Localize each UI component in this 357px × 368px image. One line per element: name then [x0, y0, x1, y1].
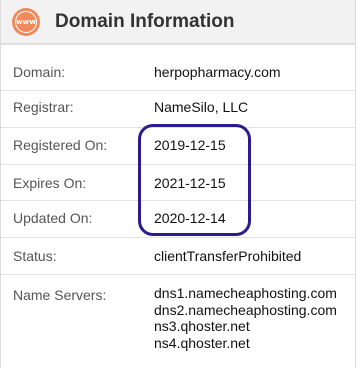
www-globe-icon: www	[12, 7, 40, 36]
panel-title: Domain Information	[55, 10, 235, 32]
dates-highlight-outline	[138, 124, 251, 236]
registrar-label: Registrar:	[13, 99, 74, 115]
domain-label: Domain:	[13, 64, 66, 80]
name-server-item: ns3.qhoster.net	[154, 318, 250, 334]
name-server-item: dns2.namecheaphosting.com	[154, 301, 337, 318]
row-status: Status: clientTransferProhibited	[1, 237, 356, 274]
status-label: Status:	[13, 248, 57, 264]
status-value: clientTransferProhibited	[154, 248, 302, 264]
name-server-item: ns4.qhoster.net	[154, 334, 250, 351]
name-server-item: dns1.namecheaphosting.com	[154, 285, 337, 301]
registrar-value: NameSilo, LLC	[154, 99, 249, 115]
expires-on-label: Expires On:	[13, 175, 87, 191]
domain-info-panel: www Domain Information Domain: herpophar…	[0, 0, 356, 368]
www-badge-text: www	[15, 10, 37, 33]
panel-header: www Domain Information	[1, 0, 355, 44]
name-servers-list: dns1.namecheaphosting.com dns2.namecheap…	[154, 285, 337, 351]
name-servers-label: Name Servers:	[13, 287, 107, 303]
domain-value: herpopharmacy.com	[154, 64, 281, 80]
row-registrar: Registrar: NameSilo, LLC	[1, 90, 356, 127]
registered-on-label: Registered On:	[13, 137, 108, 153]
updated-on-label: Updated On:	[13, 210, 93, 226]
row-name-servers: Name Servers: dns1.namecheaphosting.com …	[1, 274, 356, 368]
